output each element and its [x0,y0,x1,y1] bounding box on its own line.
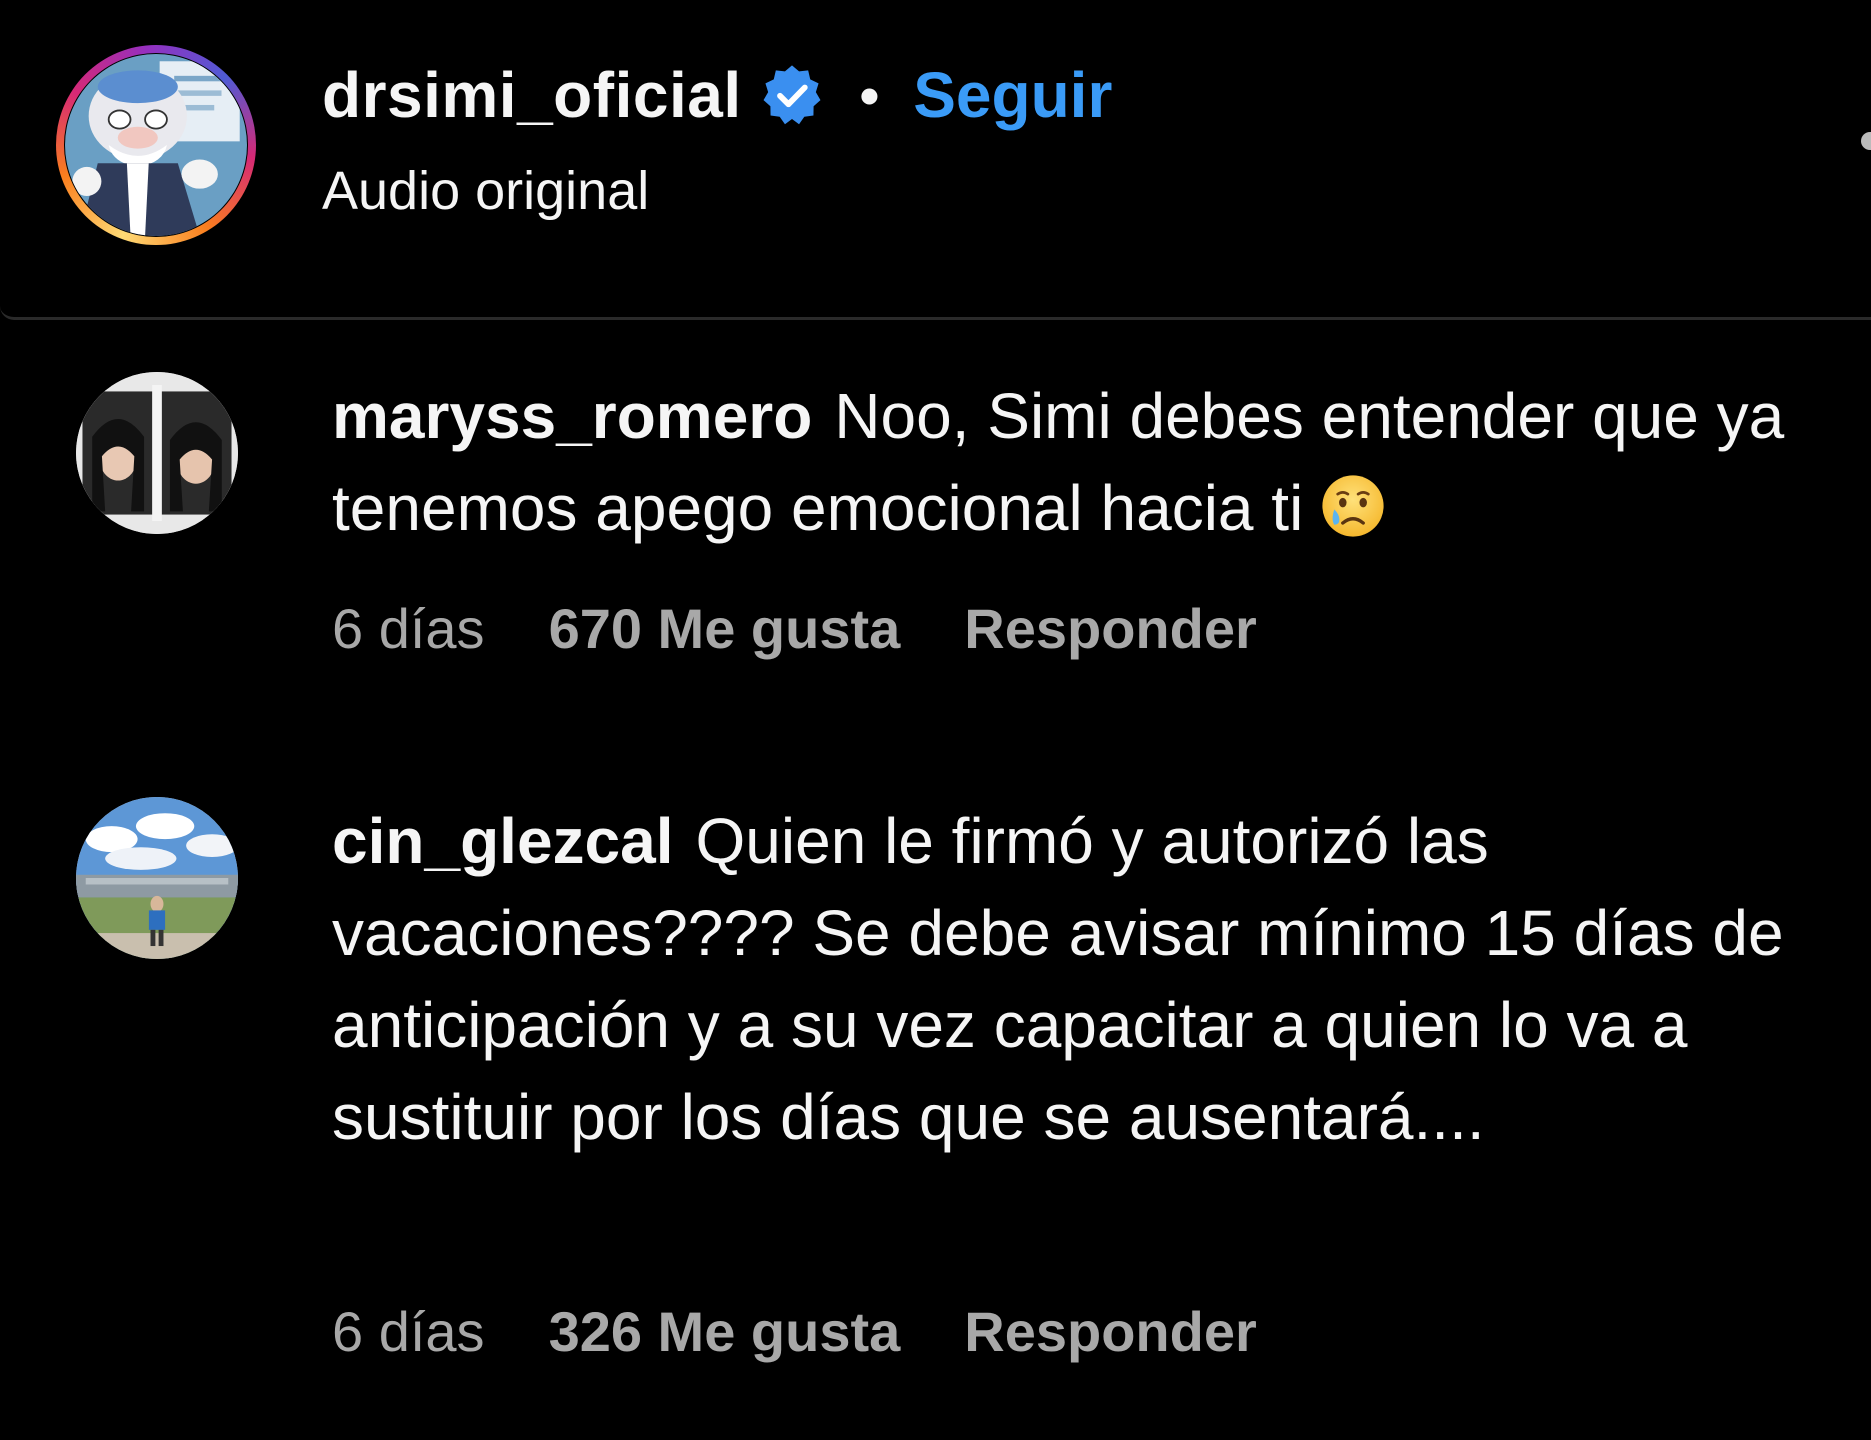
verified-badge-icon [760,63,824,127]
comment-text-block: cin_glezcal Quien le firmó y autorizó las… [332,795,1812,1163]
story-ring[interactable] [56,45,256,245]
comment-username[interactable]: maryss_romero [332,380,812,452]
reply-button[interactable]: Responder [964,1299,1257,1364]
comment-timestamp[interactable]: 6 días [332,1299,485,1364]
comment-likes[interactable]: 326 Me gusta [549,1299,901,1364]
commenter-avatar[interactable] [76,372,238,534]
more-options-icon[interactable] [1861,132,1871,150]
crying-face-icon [1319,472,1387,540]
comment-timestamp[interactable]: 6 días [332,596,485,661]
post-username[interactable]: drsimi_oficial [322,58,742,132]
comment-likes[interactable]: 670 Me gusta [549,596,901,661]
commenter-avatar[interactable] [76,797,238,959]
post-header: drsimi_oficial • Seguir Audio original [0,0,1871,320]
audio-link[interactable]: Audio original [322,160,649,222]
comment-meta-row: 6 días 326 Me gusta Responder [332,1299,1257,1364]
avatar[interactable] [65,54,247,236]
mascot-avatar-image [65,54,247,236]
reply-button[interactable]: Responder [964,596,1257,661]
comment-text-block: maryss_romero Noo, Simi debes entender qu… [332,370,1812,554]
user-photo-image [76,372,238,534]
follow-button[interactable]: Seguir [913,58,1112,132]
separator-dot: • [859,63,880,127]
comment-username[interactable]: cin_glezcal [332,805,674,877]
post-header-line: drsimi_oficial • Seguir [322,55,1112,135]
user-photo-image [76,797,238,959]
comment-meta-row: 6 días 670 Me gusta Responder [332,596,1257,661]
